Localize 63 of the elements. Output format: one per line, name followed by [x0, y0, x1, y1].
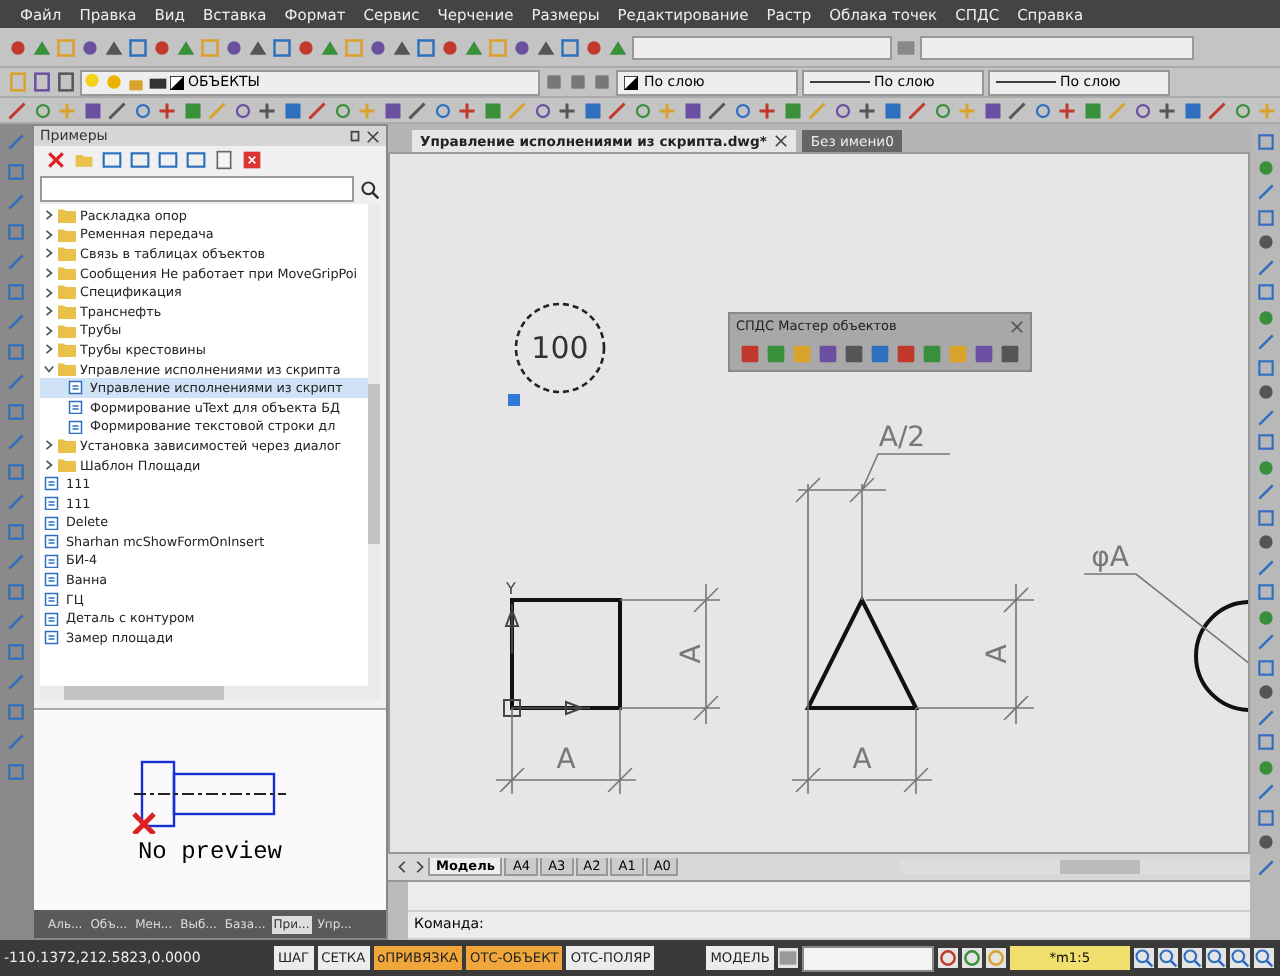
- input-field[interactable]: [632, 35, 892, 59]
- dropdown[interactable]: [801, 945, 934, 971]
- dimension-text: A: [556, 744, 576, 776]
- zoom-icon[interactable]: [1253, 948, 1274, 968]
- command-window-gutter: [388, 882, 408, 940]
- chevron-icon[interactable]: [44, 210, 54, 221]
- chevron-icon[interactable]: [44, 364, 54, 375]
- input-field[interactable]: [920, 35, 1194, 59]
- folder-icon[interactable]: [74, 150, 94, 170]
- script-icon: [68, 419, 86, 435]
- triangle-shape: [804, 595, 920, 710]
- color-swatch-icon: [624, 75, 638, 89]
- search-icon[interactable]: [360, 179, 380, 199]
- chevron-icon[interactable]: [44, 306, 54, 317]
- tool-icon[interactable]: [961, 948, 982, 968]
- zoom-icon[interactable]: [1157, 948, 1178, 968]
- dimension-text: A: [982, 644, 1014, 664]
- line-sample-icon: [810, 78, 870, 86]
- sun-icon: [104, 72, 124, 92]
- scrollbar[interactable]: [40, 686, 380, 700]
- callout-text: 100: [531, 330, 589, 366]
- tool-icon[interactable]: [985, 948, 1006, 968]
- dimension-text: A: [852, 744, 872, 776]
- chevron-icon[interactable]: [44, 229, 54, 240]
- grip-handle[interactable]: [508, 394, 520, 406]
- close-icon[interactable]: [242, 150, 262, 170]
- ucs-icon: [503, 603, 591, 717]
- chevron-icon[interactable]: [44, 268, 54, 279]
- chevron-icon[interactable]: [44, 325, 54, 336]
- tool-icon[interactable]: [777, 948, 798, 968]
- dimension-text: A/2: [878, 422, 926, 454]
- tool-icon[interactable]: [1158, 101, 1176, 119]
- dimension-text: φA: [1091, 542, 1129, 574]
- axis-label: Y: [506, 580, 516, 598]
- zoom-icon[interactable]: [1205, 948, 1226, 968]
- scrollbar[interactable]: [368, 204, 380, 686]
- pin-icon[interactable]: [348, 129, 362, 143]
- callout-circle: [514, 302, 606, 394]
- zoom-icon[interactable]: [1133, 948, 1154, 968]
- chevron-icon[interactable]: [44, 460, 54, 471]
- search-field[interactable]: [40, 176, 354, 202]
- preview-caption: No preview: [137, 838, 282, 866]
- chevron-icon[interactable]: [44, 248, 54, 259]
- tool-icon[interactable]: [858, 101, 876, 119]
- chevron-icon[interactable]: [44, 287, 54, 298]
- dimension-text: A: [676, 644, 708, 664]
- chevron-icon[interactable]: [44, 344, 54, 355]
- zoom-icon[interactable]: [1181, 948, 1202, 968]
- bulb-icon: [82, 72, 102, 92]
- zoom-icon[interactable]: [1229, 948, 1250, 968]
- script-icon: [68, 399, 86, 415]
- tool-icon[interactable]: [558, 101, 576, 119]
- line-sample-icon: [996, 78, 1056, 86]
- square-shape: [510, 598, 622, 710]
- close-icon[interactable]: [366, 129, 380, 143]
- scrollbar[interactable]: [900, 860, 1250, 874]
- chevron-icon[interactable]: [44, 440, 54, 451]
- color-swatch-icon: [170, 75, 184, 89]
- tool-icon[interactable]: [937, 948, 958, 968]
- close-icon[interactable]: [774, 134, 789, 148]
- tool-icon[interactable]: [258, 101, 276, 119]
- script-icon: [68, 380, 86, 396]
- delete-icon[interactable]: [46, 150, 66, 170]
